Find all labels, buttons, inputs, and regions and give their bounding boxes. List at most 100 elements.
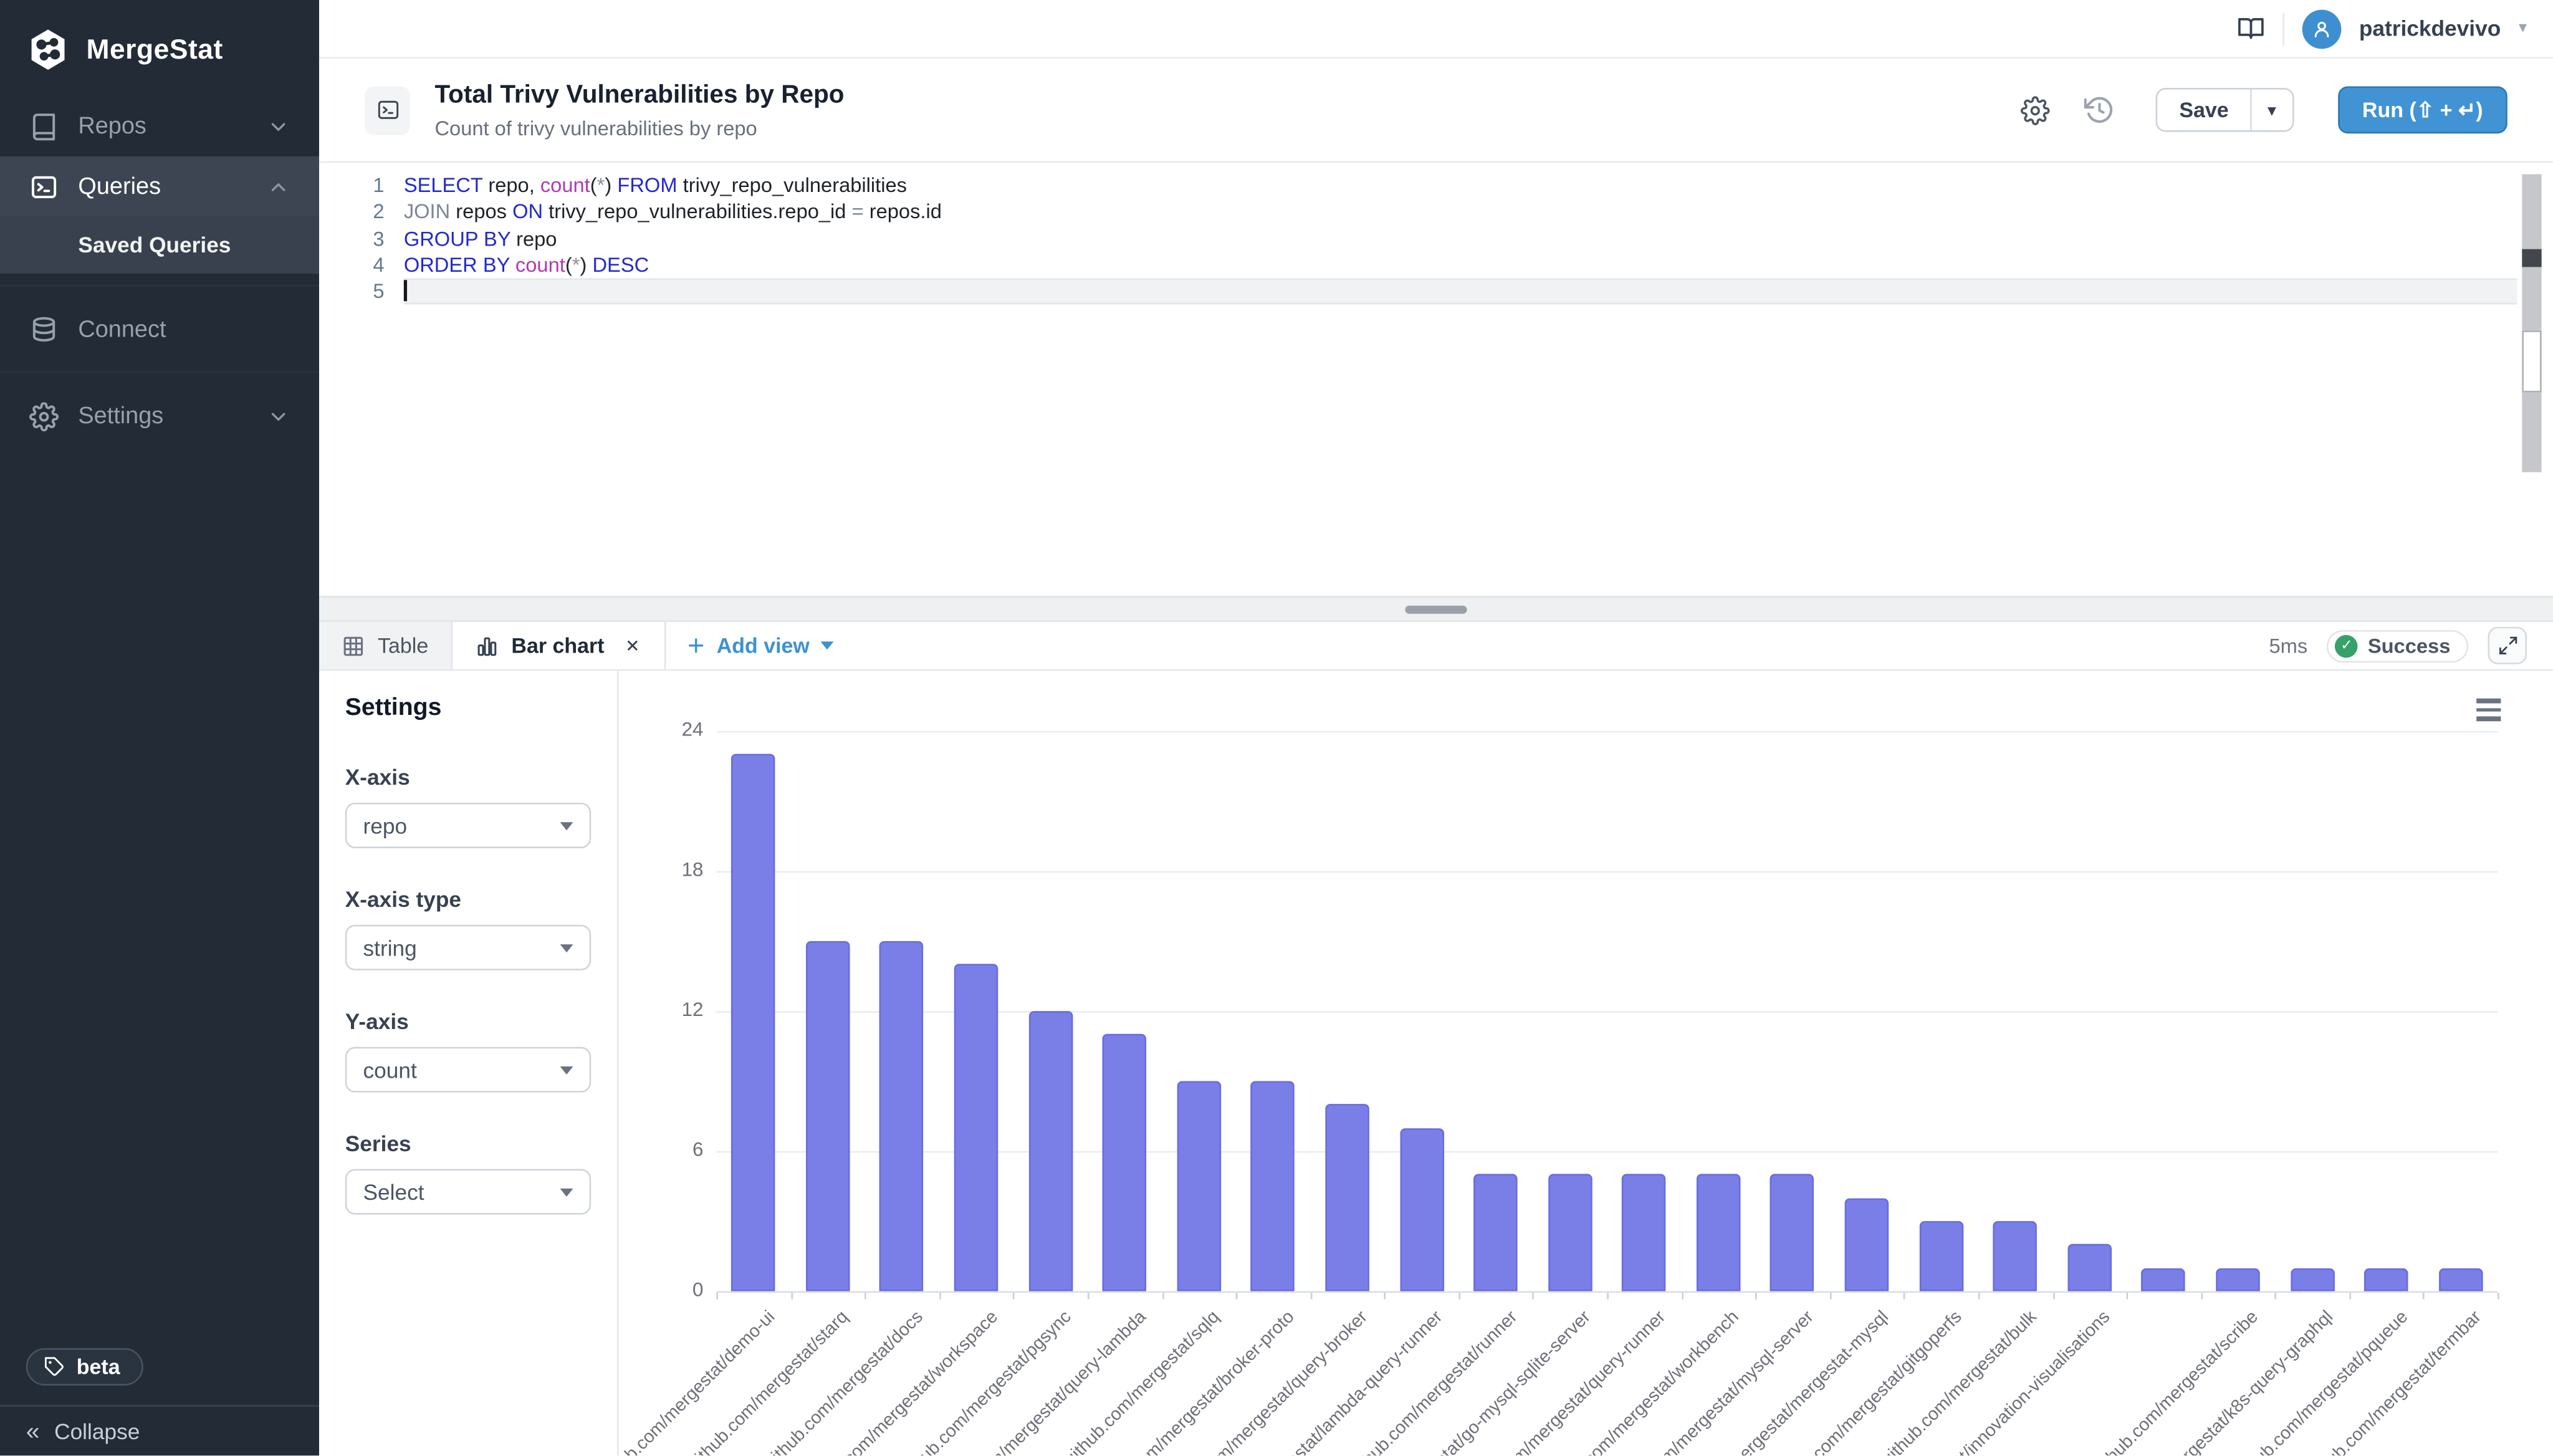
query-terminal-icon <box>365 85 410 134</box>
bar[interactable] <box>2142 1268 2186 1291</box>
x-axis-tick <box>2275 1293 2277 1299</box>
avatar[interactable] <box>2302 9 2341 48</box>
bar[interactable] <box>2438 1268 2483 1291</box>
add-view-caret-icon <box>821 641 834 649</box>
editor-line[interactable]: 5 <box>319 279 2553 305</box>
pane-resize-divider[interactable] <box>319 596 2553 622</box>
main-area: patrickdevivo ▾ Total Trivy Vulnerabilit… <box>319 0 2553 1455</box>
field-series: SeriesSelect <box>345 1131 591 1214</box>
bar[interactable] <box>2216 1268 2260 1291</box>
x-axis-tick <box>2349 1293 2351 1299</box>
close-icon[interactable] <box>624 636 642 654</box>
editor-line[interactable]: 3GROUP BY repo <box>319 226 2553 252</box>
x-axis-type-select[interactable]: string <box>345 925 591 970</box>
field-x-axis-type: X-axis typestring <box>345 888 591 970</box>
status-label: Success <box>2368 634 2451 657</box>
bar[interactable] <box>806 941 850 1291</box>
topbar: patrickdevivo ▾ <box>319 0 2553 59</box>
history-icon[interactable] <box>2085 95 2116 126</box>
editor-scrollbar[interactable] <box>2522 175 2541 472</box>
view-tabs: Table Bar chart <box>319 622 666 669</box>
bar[interactable] <box>1028 1011 1073 1291</box>
query-actions: Save ▼ Run (⇧ + ↵) <box>2021 86 2507 133</box>
pane-resize-handle-icon[interactable] <box>1405 605 1467 613</box>
sidebar-section-divider <box>0 274 319 287</box>
chart-settings-panel: Settings X-axisrepoX-axis typestringY-ax… <box>319 671 619 1455</box>
x-axis-select[interactable]: repo <box>345 803 591 848</box>
bar[interactable] <box>1622 1174 1666 1291</box>
logo[interactable]: MergeStat <box>0 0 319 96</box>
x-axis-tick <box>2423 1293 2425 1299</box>
tab-table[interactable]: Table <box>319 622 453 669</box>
status-badge: ✓ Success <box>2327 630 2469 662</box>
y-axis-select[interactable]: count <box>345 1047 591 1093</box>
tab-label: Bar chart <box>511 633 604 658</box>
sidebar-item-connect[interactable]: Connect <box>0 300 319 360</box>
collapse-button[interactable]: « Collapse <box>0 1405 319 1455</box>
x-axis-tick <box>1681 1293 1683 1299</box>
query-settings-gear-icon[interactable] <box>2021 95 2051 125</box>
editor-scrollbar-thumb[interactable] <box>2522 249 2541 267</box>
bar[interactable] <box>1473 1174 1518 1291</box>
tab-bar-chart[interactable]: Bar chart <box>453 622 666 669</box>
editor-line[interactable]: 1SELECT repo, count(*) FROM trivy_repo_v… <box>319 173 2553 199</box>
sidebar-item-label: Saved Queries <box>78 233 290 257</box>
page-title: Total Trivy Vulnerabilities by Repo <box>434 80 2021 110</box>
save-button[interactable]: Save <box>2158 90 2249 130</box>
beta-badge: beta <box>26 1348 143 1386</box>
x-axis-tick <box>1904 1293 1906 1299</box>
bar[interactable] <box>2364 1268 2408 1291</box>
bar[interactable] <box>2067 1245 2112 1291</box>
user-menu-caret-icon[interactable]: ▾ <box>2519 19 2527 37</box>
chart-menu-icon[interactable] <box>2476 699 2501 721</box>
bar[interactable] <box>1399 1128 1444 1291</box>
x-axis-category-label: github.com/mergestat/k8s-query-graphql <box>1955 1308 2337 1456</box>
username[interactable]: patrickdevivo <box>2359 16 2501 41</box>
bar[interactable] <box>1993 1221 2038 1291</box>
x-axis-tick <box>1013 1293 1015 1299</box>
bar[interactable] <box>1845 1198 1889 1291</box>
x-axis-category-label: github.com/mergestat/docs <box>619 1308 927 1456</box>
sidebar-nav: ReposQueries Saved Queries Connect Settings <box>0 96 319 446</box>
sql-editor[interactable]: 1SELECT repo, count(*) FROM trivy_repo_v… <box>319 163 2553 596</box>
mergestat-logo-icon <box>26 27 70 72</box>
bar[interactable] <box>1325 1104 1369 1291</box>
x-axis-category-label: github.com/mergestat/query-runner <box>1287 1308 1669 1456</box>
bar[interactable] <box>1177 1081 1221 1291</box>
plus-icon <box>686 635 707 656</box>
page-subtitle: Count of trivy vulnerabilities by repo <box>434 117 2021 140</box>
check-circle-icon: ✓ <box>2335 634 2359 657</box>
y-axis-tick-label: 12 <box>632 998 704 1021</box>
add-view-button[interactable]: Add view <box>686 622 834 669</box>
x-axis-category-label: github.com/mergestat/innovation-visualis… <box>1732 1308 2114 1456</box>
bar[interactable] <box>1697 1174 1741 1291</box>
sidebar-item-repos[interactable]: Repos <box>0 96 319 156</box>
bar[interactable] <box>1771 1174 1815 1291</box>
x-axis-tick <box>1607 1293 1609 1299</box>
x-axis-category-label: github.com/mergestat/query-broker <box>990 1308 1372 1456</box>
sidebar-item-queries[interactable]: Queries <box>0 156 319 217</box>
bar[interactable] <box>1103 1035 1147 1291</box>
run-button[interactable]: Run (⇧ + ↵) <box>2338 86 2507 133</box>
editor-line[interactable]: 4ORDER BY count(*) DESC <box>319 252 2553 279</box>
save-menu-caret-icon[interactable]: ▼ <box>2250 90 2292 130</box>
bar[interactable] <box>880 941 924 1291</box>
bar[interactable] <box>732 754 776 1291</box>
sidebar-item-saved-queries[interactable]: Saved Queries <box>0 216 319 273</box>
x-axis-category-label: github.com/mergestat/mysql-server <box>1435 1308 1818 1456</box>
y-gridline <box>716 871 2498 873</box>
x-axis-category-label: github.com/mergestat/demo-ui <box>619 1308 779 1456</box>
bar[interactable] <box>1251 1081 1295 1291</box>
bar[interactable] <box>954 964 999 1291</box>
y-axis-tick-label: 24 <box>632 718 704 741</box>
series-select[interactable]: Select <box>345 1169 591 1215</box>
query-duration: 5ms <box>2269 634 2307 657</box>
editor-line[interactable]: 2JOIN repos ON trivy_repo_vulnerabilitie… <box>319 199 2553 226</box>
docs-book-icon[interactable] <box>2237 15 2264 42</box>
sidebar-item-settings[interactable]: Settings <box>0 386 319 446</box>
expand-button[interactable] <box>2488 627 2527 664</box>
tab-label: Table <box>378 633 428 658</box>
bar[interactable] <box>1919 1221 1963 1291</box>
bar[interactable] <box>1548 1174 1592 1291</box>
bar[interactable] <box>2290 1268 2334 1291</box>
